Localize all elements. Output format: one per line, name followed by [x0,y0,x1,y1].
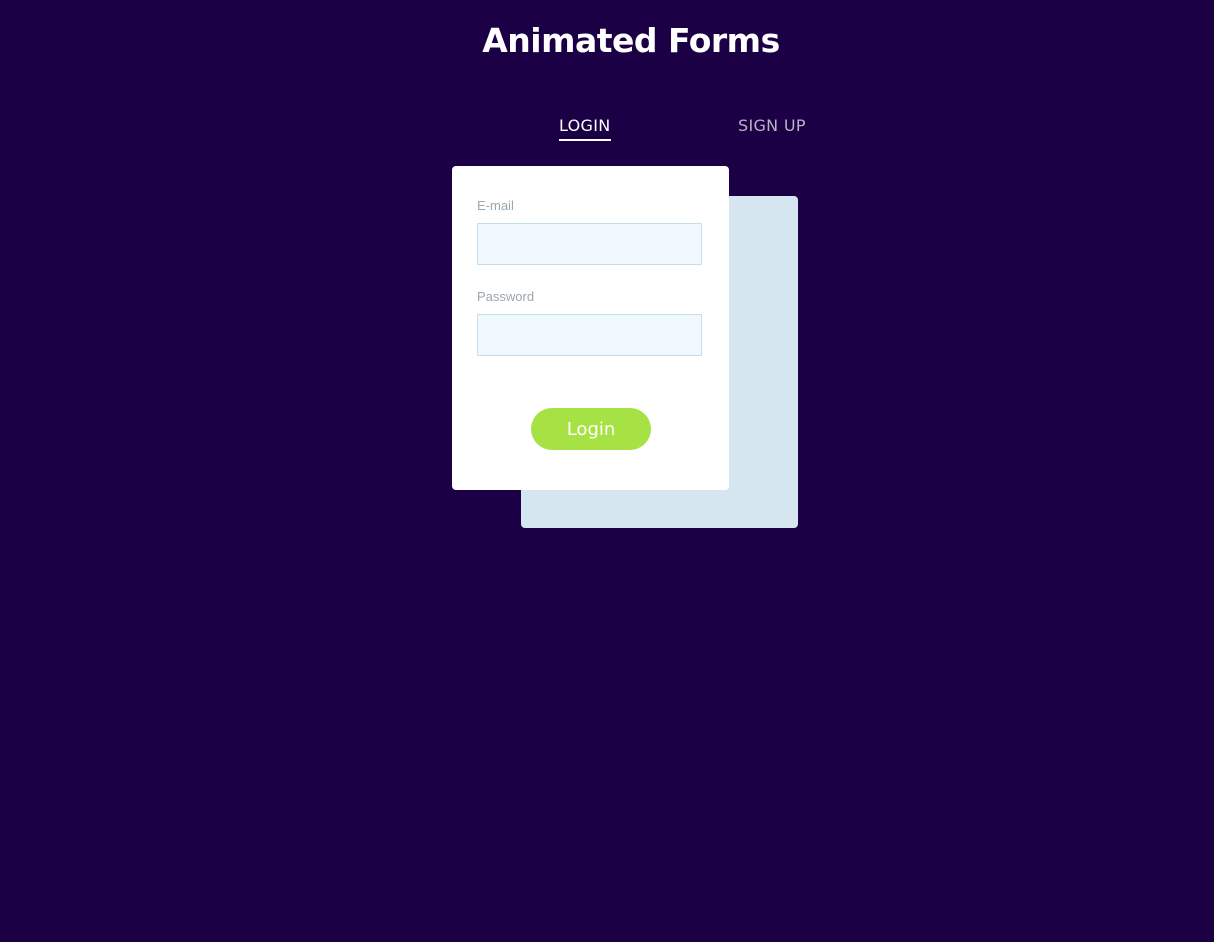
password-field[interactable] [477,314,702,356]
page: Animated Forms LOGIN SIGN UP E-mail Pass… [0,0,1214,942]
tab-signup[interactable]: SIGN UP [738,116,806,139]
login-button[interactable]: Login [531,408,651,450]
email-field[interactable] [477,223,702,265]
page-title: Animated Forms [482,21,780,60]
password-label: Password [477,289,535,304]
email-label: E-mail [477,198,514,213]
form-tabs: LOGIN SIGN UP [0,116,1214,146]
login-card: E-mail Password Login [452,166,729,490]
tab-login[interactable]: LOGIN [559,116,611,141]
